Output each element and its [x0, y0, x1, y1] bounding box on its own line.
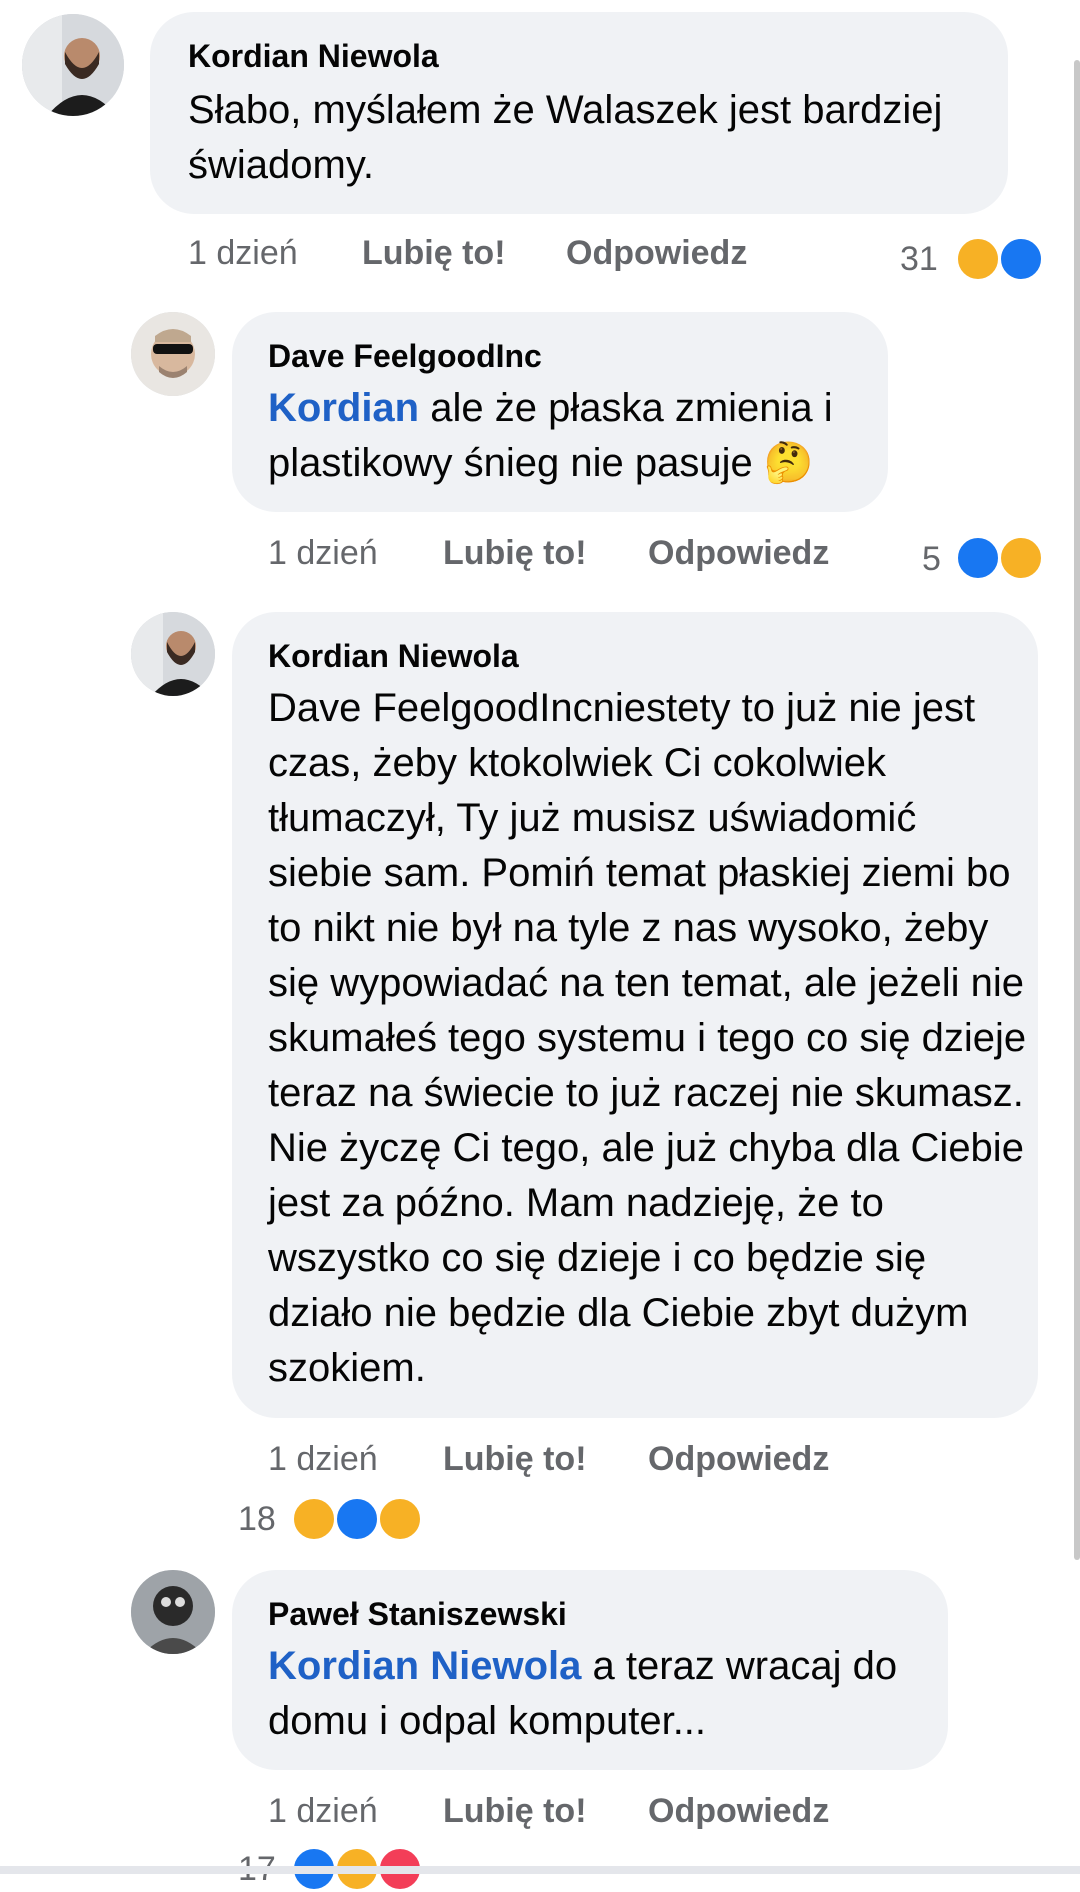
comment-text: Dave FeelgoodIncniestety to już nie jest…: [268, 686, 1027, 1390]
reply-button[interactable]: Odpowiedz: [648, 1792, 829, 1831]
person-photo-icon: [131, 612, 215, 696]
like-button[interactable]: Lubię to!: [443, 1792, 587, 1831]
person-photo-icon: [131, 312, 215, 396]
reactions-count[interactable]: 31: [900, 240, 938, 279]
reactions-count[interactable]: 18: [238, 1500, 276, 1539]
person-photo-icon: [131, 1570, 215, 1654]
comment-time[interactable]: 1 dzień: [188, 234, 298, 273]
comment-author[interactable]: Paweł Staniszewski: [268, 1596, 567, 1633]
comment-text: Kordian ale że płaska zmienia i plastiko…: [268, 381, 868, 491]
bottom-divider: [0, 1866, 1080, 1874]
reactions-count[interactable]: 5: [922, 540, 941, 579]
like-button[interactable]: Lubię to!: [443, 534, 587, 573]
like-reaction-icon: [998, 236, 1044, 282]
mention-link[interactable]: Kordian: [268, 386, 419, 430]
comment-text: Słabo, myślałem że Walaszek jest bardzie…: [188, 88, 943, 187]
avatar-pawel[interactable]: [131, 1570, 215, 1654]
comment-author[interactable]: Kordian Niewola: [268, 638, 519, 675]
mention-link[interactable]: Kordian Niewola: [268, 1644, 581, 1688]
haha-reaction-icon: [955, 236, 1001, 282]
person-photo-icon: [22, 14, 124, 116]
scrollbar[interactable]: [1074, 60, 1080, 1560]
comment-time[interactable]: 1 dzień: [268, 534, 378, 573]
comment-time[interactable]: 1 dzień: [268, 1440, 378, 1479]
haha-reaction-icon: [998, 535, 1044, 581]
comment-author[interactable]: Kordian Niewola: [188, 38, 439, 75]
comment-text: Kordian Niewola a teraz wracaj do domu i…: [268, 1639, 928, 1749]
reply-button[interactable]: Odpowiedz: [566, 234, 747, 273]
reply-button[interactable]: Odpowiedz: [648, 534, 829, 573]
haha-reaction-icon: [291, 1496, 337, 1542]
like-reaction-icon: [334, 1496, 380, 1542]
like-reaction-icon: [955, 535, 1001, 581]
like-button[interactable]: Lubię to!: [443, 1440, 587, 1479]
comment-time[interactable]: 1 dzień: [268, 1792, 378, 1831]
avatar-kordian[interactable]: [22, 14, 124, 116]
avatar-dave[interactable]: [131, 312, 215, 396]
care-reaction-icon: [377, 1496, 423, 1542]
like-button[interactable]: Lubię to!: [362, 234, 506, 273]
comment-author[interactable]: Dave FeelgoodInc: [268, 338, 542, 375]
avatar-kordian[interactable]: [131, 612, 215, 696]
reply-button[interactable]: Odpowiedz: [648, 1440, 829, 1479]
